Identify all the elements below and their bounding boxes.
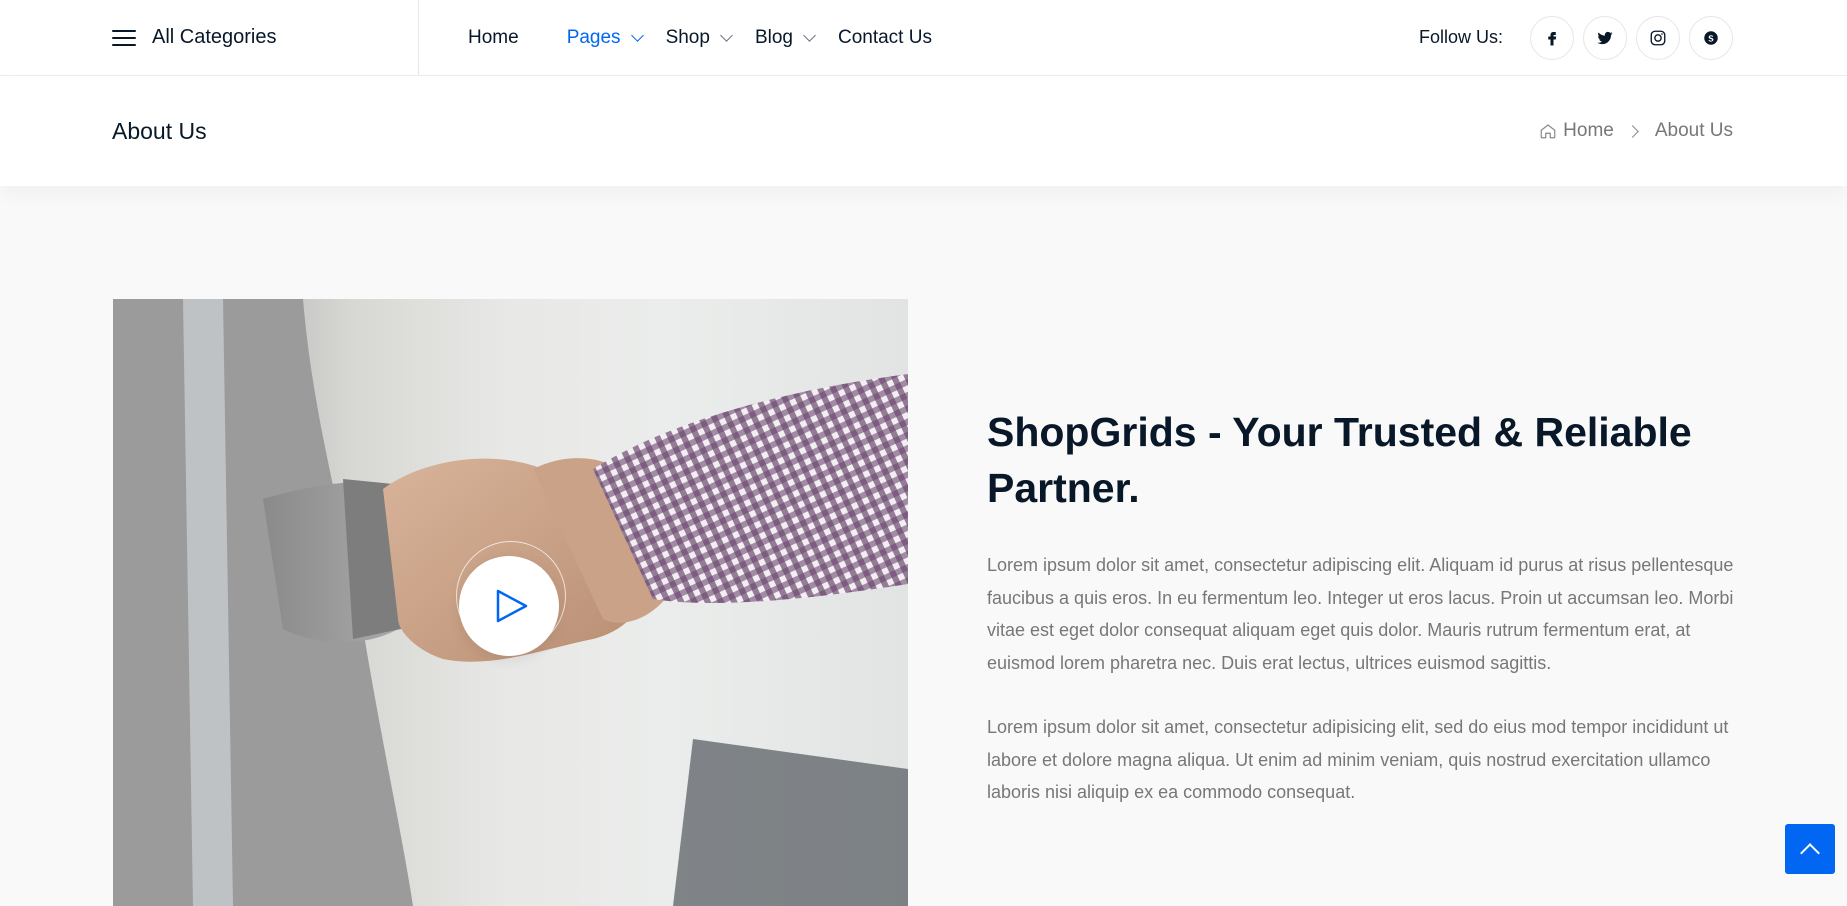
about-paragraph-1: Lorem ipsum dolor sit amet, consectetur … [987, 555, 1734, 673]
menu-item-label: Pages [566, 26, 621, 48]
follow-us-label: Follow Us: [1418, 27, 1503, 47]
twitter-link[interactable] [1583, 15, 1627, 60]
menu-item-home[interactable]: Home [468, 27, 519, 49]
all-categories-button[interactable]: All Categories [112, 0, 277, 75]
hamburger-icon [112, 29, 136, 46]
breadcrumb-home-link[interactable]: Home [1563, 120, 1614, 142]
page-title: About Us [112, 118, 207, 144]
about-video-thumbnail [113, 299, 908, 906]
play-video-button[interactable] [459, 556, 559, 656]
skype-link[interactable] [1689, 15, 1733, 60]
breadcrumb: Home About Us [1539, 120, 1733, 142]
menu-item-contact-us[interactable]: Contact Us [838, 27, 932, 49]
menu-item-label: Home [468, 26, 519, 48]
menu-item-pages[interactable]: Pages [566, 26, 644, 49]
menu-item-label: Contact Us [837, 26, 932, 48]
chevron-up-icon [1800, 842, 1820, 863]
all-categories-label: All Categories [152, 26, 277, 48]
twitter-icon [1597, 31, 1613, 44]
menu-item-label: Blog [754, 26, 793, 48]
facebook-link[interactable] [1530, 15, 1574, 60]
about-heading: ShopGrids - Your Trusted & Reliable Part… [987, 409, 1692, 511]
play-icon [496, 589, 528, 623]
chevron-down-icon [803, 28, 816, 42]
skype-icon [1704, 30, 1718, 45]
top-navigation: All Categories Home Pages Shop Blog Cont… [0, 0, 1847, 76]
home-icon [1540, 124, 1556, 139]
menu-item-blog[interactable]: Blog [754, 26, 816, 49]
facebook-icon [1548, 31, 1557, 45]
main-menu: Home Pages Shop Blog Contact Us [468, 0, 980, 75]
menu-item-label: Shop [665, 26, 710, 48]
chevron-down-icon [720, 28, 733, 42]
nav-divider [418, 0, 419, 75]
chevron-right-icon [1625, 124, 1639, 138]
chevron-down-icon [630, 28, 644, 42]
follow-us: Follow Us: [1419, 0, 1733, 75]
menu-item-shop[interactable]: Shop [665, 26, 733, 49]
breadcrumb-bar: About Us Home About Us [0, 76, 1847, 186]
instagram-link[interactable] [1636, 15, 1680, 60]
breadcrumb-current: About Us [1654, 120, 1733, 141]
scroll-to-top-button[interactable] [1785, 824, 1835, 874]
about-paragraph-2: Lorem ipsum dolor sit amet, consectetur … [987, 717, 1729, 802]
instagram-icon [1650, 30, 1666, 45]
